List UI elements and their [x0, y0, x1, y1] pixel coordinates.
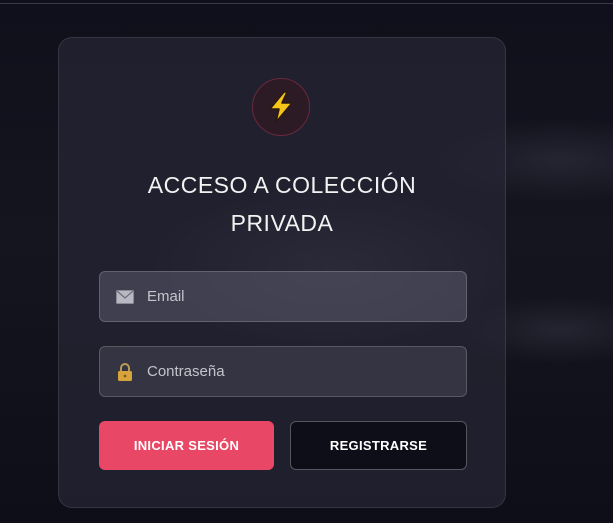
email-field[interactable] — [99, 271, 467, 322]
password-field[interactable] — [99, 346, 467, 397]
lightning-bolt-icon — [269, 91, 293, 123]
page-title: ACCESO A COLECCIÓN PRIVADA — [147, 172, 417, 236]
register-button[interactable]: REGISTRARSE — [290, 421, 467, 470]
email-input[interactable] — [147, 272, 466, 321]
login-button[interactable]: INICIAR SESIÓN — [99, 421, 274, 470]
logo-badge — [252, 78, 310, 136]
lock-icon — [116, 362, 134, 381]
envelope-icon — [116, 288, 134, 306]
top-divider — [0, 3, 613, 4]
password-input[interactable] — [147, 347, 466, 396]
login-card: ACCESO A COLECCIÓN PRIVADA INICIAR SESIÓ… — [58, 37, 506, 508]
